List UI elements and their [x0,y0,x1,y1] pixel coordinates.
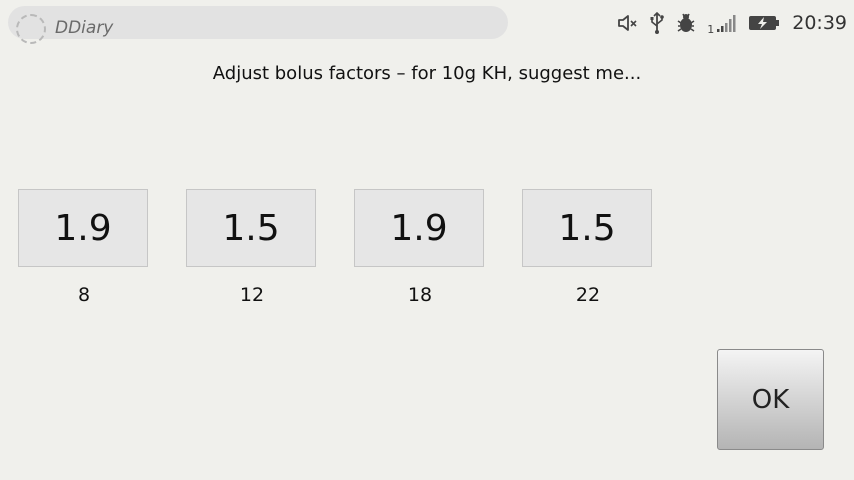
app-title-bar[interactable]: DDiary [8,6,508,44]
ok-button[interactable]: OK [717,349,824,450]
status-bar: 1 20:39 [617,10,847,36]
dialog-prompt: Adjust bolus factors – for 10g KH, sugge… [212,63,642,84]
sim-slot-label: 1 [707,22,715,36]
hour-label-8: 8 [77,284,91,306]
debug-bug-icon [675,12,697,34]
bolus-factor-22[interactable]: 1.5 [522,189,652,267]
app-icon [16,14,46,44]
clock: 20:39 [792,12,847,34]
signal-icon [716,14,738,32]
volume-muted-icon [617,13,639,33]
bolus-factor-8[interactable]: 1.9 [18,189,148,267]
usb-icon [649,12,665,34]
battery-charging-icon [748,15,780,31]
hour-label-22: 22 [575,284,601,306]
hour-label-12: 12 [239,284,265,306]
app-title: DDiary [55,18,114,38]
bolus-factor-18[interactable]: 1.9 [354,189,484,267]
bolus-factor-12[interactable]: 1.5 [186,189,316,267]
hour-label-18: 18 [407,284,433,306]
